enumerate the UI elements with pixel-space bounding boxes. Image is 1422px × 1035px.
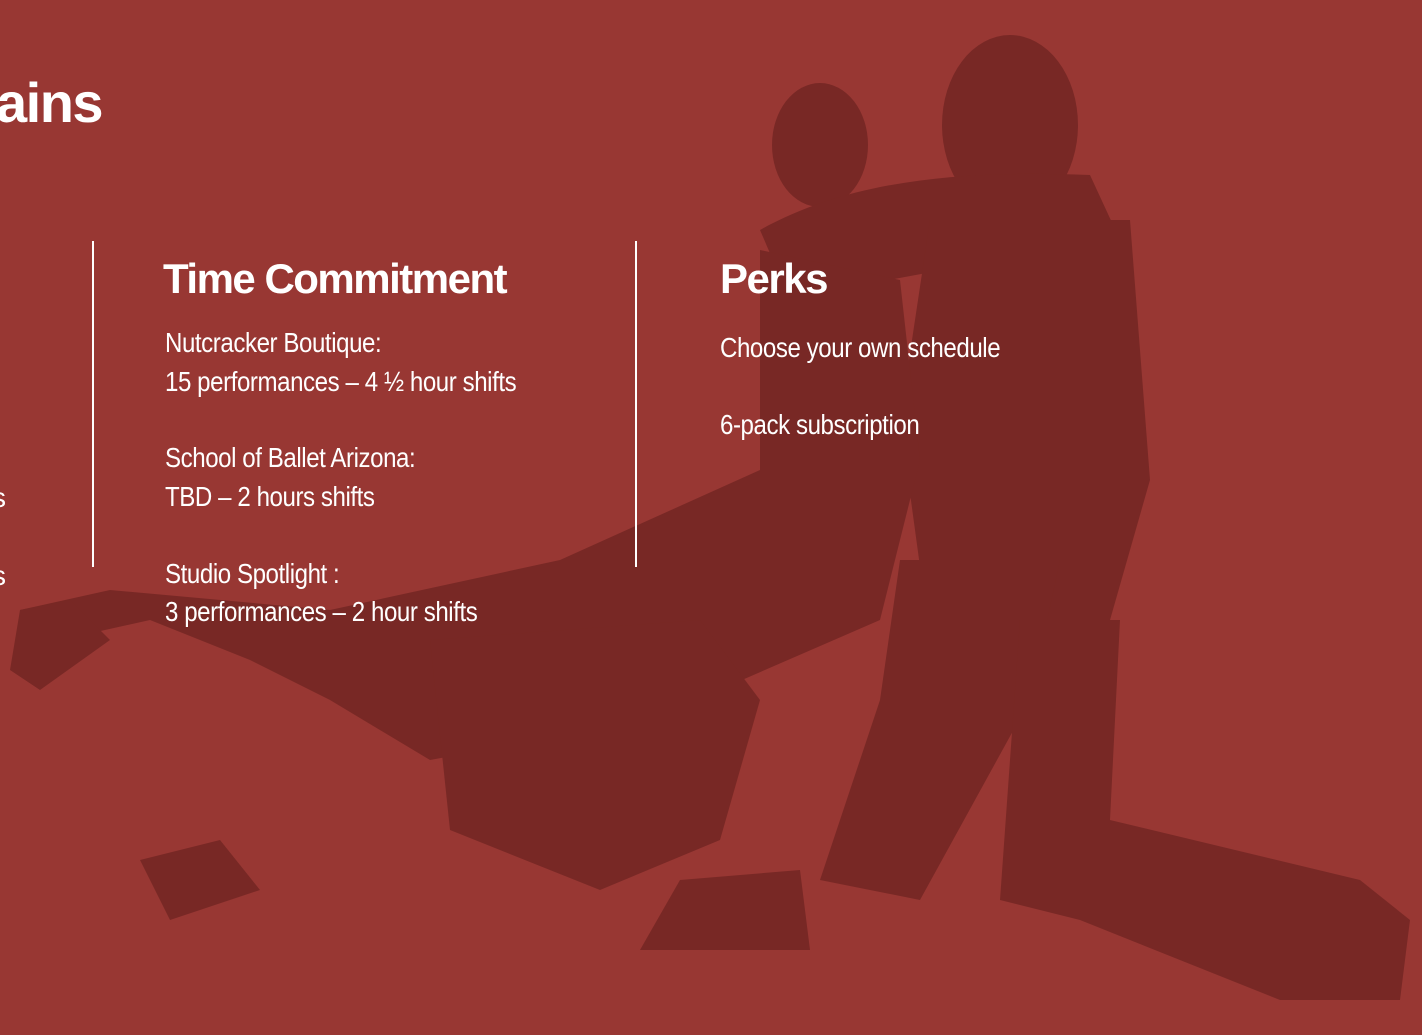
perks-item: 6-pack subscription (720, 409, 920, 440)
time-commitment-heading: Time Commitment (163, 255, 508, 302)
perks-heading: Perks (720, 255, 828, 302)
time-commitment-label: School of Ballet Arizona: (165, 442, 416, 473)
left-column-fragment: s (0, 482, 6, 514)
time-commitment-label: Studio Spotlight : (165, 558, 340, 589)
time-commitment-label: Nutcracker Boutique: (165, 327, 382, 358)
perks-item: Choose your own schedule (720, 332, 1001, 363)
time-commitment-detail: 3 performances – 2 hour shifts (165, 596, 478, 627)
dancing-couple-image (10, 35, 1410, 1000)
time-commitment-detail: 15 performances – 4 ½ hour shifts (165, 366, 517, 397)
slide-title: ains (0, 71, 104, 134)
column-divider-right (635, 241, 637, 567)
left-column-fragment: s (0, 560, 6, 592)
time-commitment-detail: TBD – 2 hours shifts (165, 481, 375, 512)
column-divider-left (92, 241, 94, 567)
